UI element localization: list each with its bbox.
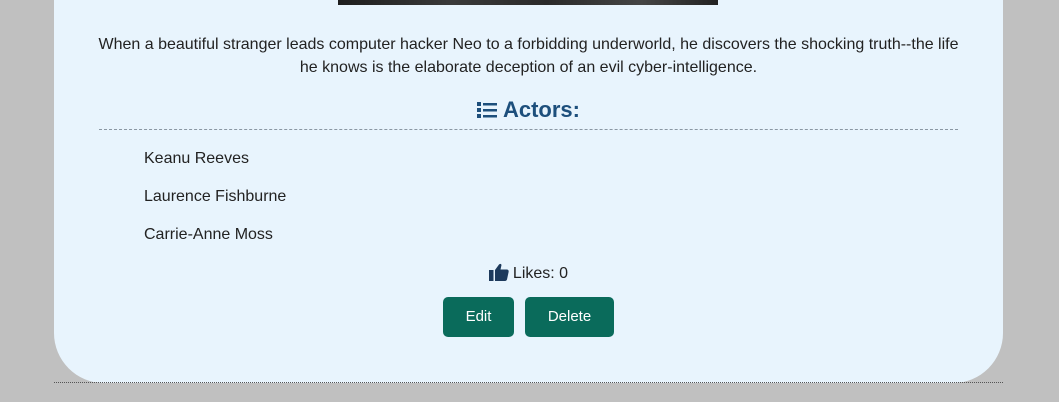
delete-button[interactable]: Delete (525, 297, 614, 337)
actor-item: Keanu Reeves (144, 150, 249, 167)
list-icon (476, 102, 497, 118)
likes-counter: Likes: 0 (54, 263, 1003, 285)
actor-list: Keanu Reeves Laurence Fishburne Carrie-A… (144, 148, 286, 262)
bottom-divider (54, 382, 1003, 383)
likes-label: Likes: 0 (512, 265, 569, 282)
actors-heading: Actors: (54, 96, 1003, 124)
divider (99, 129, 958, 130)
actor-item: Carrie-Anne Moss (144, 226, 273, 243)
movie-description: When a beautiful stranger leads computer… (98, 36, 959, 76)
thumbs-up-icon (488, 263, 509, 281)
actor-item: Laurence Fishburne (144, 188, 287, 205)
actors-heading-label: Actors: (502, 97, 580, 122)
movie-card: When a beautiful stranger leads computer… (54, 0, 1003, 383)
edit-button[interactable]: Edit (443, 297, 514, 337)
movie-poster (338, 0, 718, 5)
